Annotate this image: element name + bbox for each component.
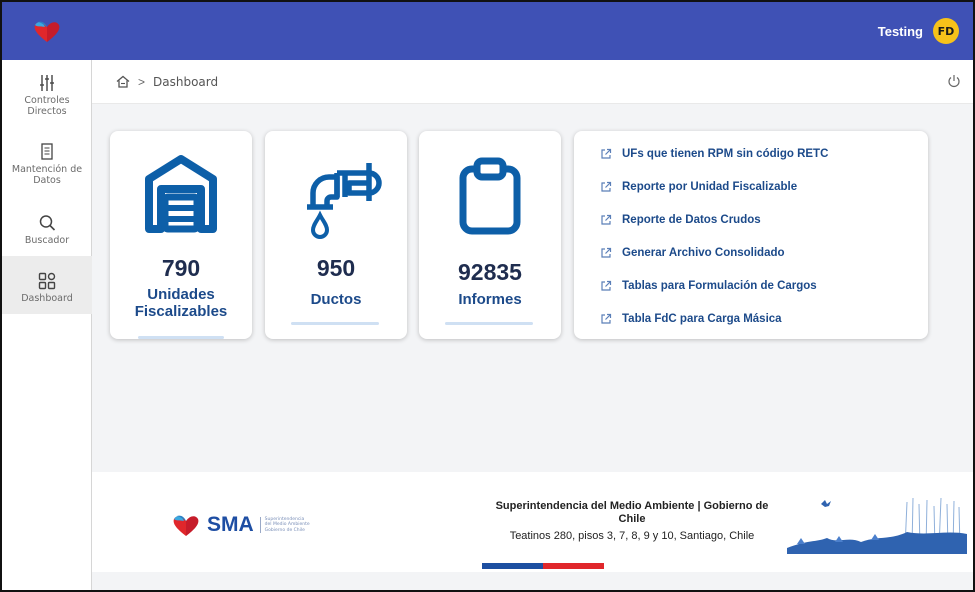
- stat-label: Ductos: [310, 291, 362, 308]
- report-link-label: Reporte por Unidad Fiscalizable: [622, 181, 798, 193]
- external-link-icon: [601, 181, 612, 192]
- footer-org-line: Superintendencia del Medio Ambiente | Go…: [495, 500, 769, 525]
- sidebar-item-controles-directos[interactable]: Controles Directos: [2, 60, 92, 127]
- report-link-unidad-fiscalizable[interactable]: Reporte por Unidad Fiscalizable: [600, 181, 797, 193]
- flag-stripe: [482, 563, 604, 569]
- breadcrumb-separator: >: [138, 74, 146, 89]
- breadcrumb-current: Dashboard: [153, 74, 219, 89]
- external-link-icon: [601, 313, 612, 324]
- stat-label-line: Fiscalizables: [134, 303, 228, 320]
- stat-label-line: Unidades: [147, 286, 215, 303]
- stat-card-unidades-fiscalizables[interactable]: 790 Unidades Fiscalizables: [110, 131, 252, 339]
- report-link-label: Tabla FdC para Carga Másica: [622, 313, 782, 325]
- avatar[interactable]: FD: [933, 18, 959, 44]
- sma-brand-subtitle: Superintendencia del Medio Ambiente Gobi…: [259, 516, 310, 534]
- external-link-icon: [601, 214, 612, 225]
- reports-card: UFs que tienen RPM sin código RETC Repor…: [574, 131, 928, 339]
- report-link-label: Tablas para Formulación de Cargos: [622, 280, 817, 292]
- footer-address: Teatinos 280, pisos 3, 7, 8, 9 y 10, San…: [509, 530, 755, 542]
- app-logo[interactable]: [2, 2, 92, 60]
- breadcrumb: > Dashboard: [92, 60, 973, 104]
- user-menu[interactable]: Testing FD: [878, 18, 959, 44]
- sidebar-item-label: Controles Directos: [24, 95, 70, 117]
- user-name: Testing: [877, 23, 923, 39]
- external-link-icon: [601, 280, 612, 291]
- sidebar-item-label: Dashboard: [21, 293, 73, 304]
- flag-stripe-red: [543, 563, 604, 569]
- app-window: Testing FD Controles Directos Mantención…: [0, 0, 975, 592]
- stat-value: 950: [316, 255, 356, 281]
- stat-label: Unidades Fiscalizables: [110, 286, 252, 320]
- external-link-icon: [601, 148, 612, 159]
- report-link-label: UFs que tienen RPM sin código RETC: [622, 148, 829, 160]
- report-link-archivo-consolidado[interactable]: Generar Archivo Consolidado: [600, 247, 785, 259]
- clipboard-icon: [419, 157, 561, 235]
- footer: SMA Superintendencia del Medio Ambiente …: [92, 472, 973, 572]
- stat-card-informes[interactable]: 92835 Informes: [419, 131, 561, 339]
- stat-card-underline: [138, 336, 224, 339]
- document-icon: [41, 143, 53, 160]
- external-link-icon: [601, 247, 612, 258]
- warehouse-icon: [110, 153, 252, 233]
- pipe-icon: [265, 153, 407, 245]
- sidebar-item-label: Buscador: [24, 235, 70, 246]
- stat-value: 92835: [458, 259, 522, 285]
- report-link-datos-crudos[interactable]: Reporte de Datos Crudos: [600, 214, 761, 226]
- report-link-carga-masica[interactable]: Tabla FdC para Carga Másica: [600, 313, 782, 325]
- footer-strip: [92, 572, 973, 590]
- report-link-label: Reporte de Datos Crudos: [622, 214, 761, 226]
- wetland-illustration-icon: [787, 497, 967, 554]
- report-link-ufs-sin-retc[interactable]: UFs que tienen RPM sin código RETC: [600, 148, 828, 160]
- stat-card-underline: [291, 322, 379, 325]
- sidebar-item-dashboard[interactable]: Dashboard: [2, 256, 92, 314]
- sidebar-item-buscador[interactable]: Buscador: [2, 196, 92, 256]
- sma-logo: SMA Superintendencia del Medio Ambiente …: [167, 512, 310, 538]
- top-bar: Testing FD: [2, 2, 973, 60]
- power-icon[interactable]: [947, 74, 961, 88]
- stat-value: 790: [161, 255, 201, 281]
- sidebar-item-mantencion-de-datos[interactable]: Mantención de Datos: [2, 127, 92, 196]
- dashboard-icon: [38, 272, 56, 290]
- search-icon: [39, 215, 56, 231]
- flag-stripe-blue: [482, 563, 543, 569]
- sliders-icon: [40, 75, 54, 91]
- footer-contact: Superintendencia del Medio Ambiente | Go…: [482, 500, 782, 543]
- stat-card-ductos[interactable]: 950 Ductos: [265, 131, 407, 339]
- sidebar-item-label: Mantención de Datos: [11, 164, 83, 186]
- sma-brand-text: SMA: [207, 513, 254, 536]
- report-link-formulacion-cargos[interactable]: Tablas para Formulación de Cargos: [600, 280, 817, 292]
- home-icon[interactable]: [116, 75, 130, 88]
- sidebar: Controles Directos Mantención de Datos B…: [2, 60, 92, 590]
- sma-heart-logo-icon: [34, 21, 60, 42]
- sma-heart-logo-icon: [173, 515, 199, 536]
- stat-card-underline: [445, 322, 533, 325]
- report-link-label: Generar Archivo Consolidado: [622, 247, 785, 259]
- stat-label: Informes: [458, 291, 522, 308]
